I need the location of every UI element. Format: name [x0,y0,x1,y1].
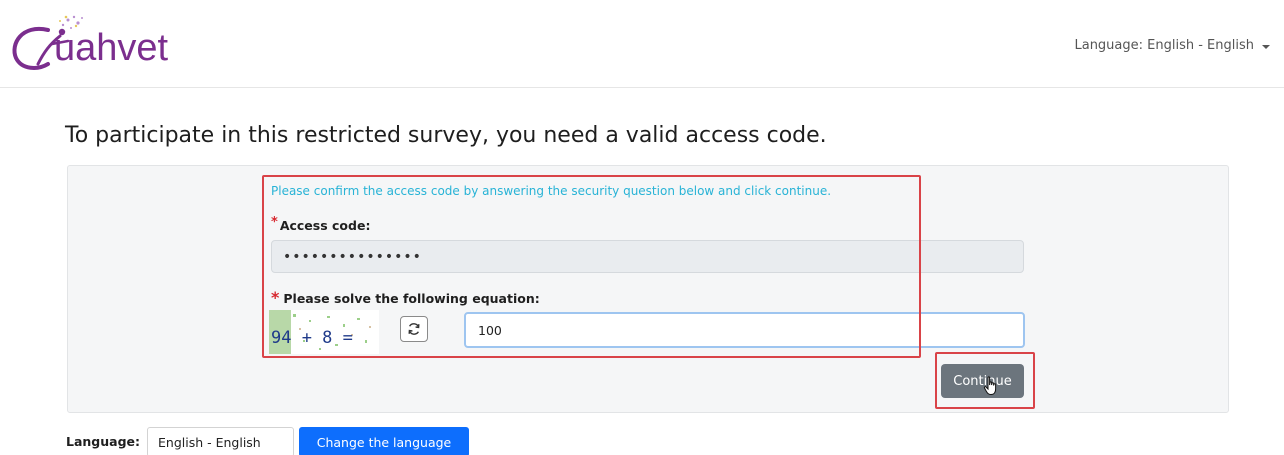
change-language-button[interactable]: Change the language [299,427,469,455]
hand-cursor-icon [983,376,997,396]
logo-text: uahvet [54,27,169,69]
highlight-form-area [262,175,921,358]
page-title: To participate in this restricted survey… [65,123,827,148]
language-dropdown-label: Language: English - English [1074,38,1254,53]
navbar: uahvet Language: English - English [0,0,1284,88]
footer-language-label: Language: [66,434,141,449]
language-select-value: English - English [158,434,261,450]
language-select[interactable]: English - English [147,427,294,455]
site-logo[interactable]: uahvet [8,14,198,74]
language-dropdown[interactable]: Language: English - English [1074,38,1270,53]
caret-down-icon [1262,44,1270,49]
